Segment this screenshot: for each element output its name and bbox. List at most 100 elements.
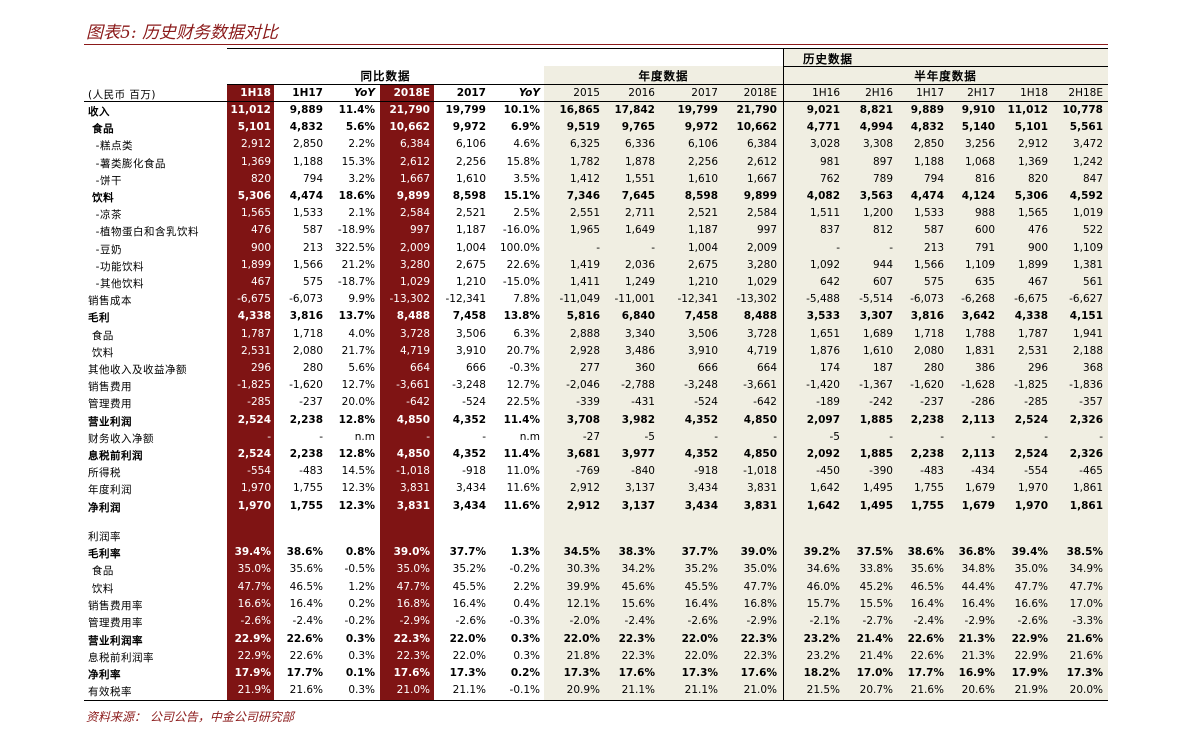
table-cell: 1,787 <box>1017 327 1048 340</box>
table-cell: 1,782 <box>569 155 600 168</box>
table-cell: 12.3% <box>341 482 375 495</box>
table-cell: 2,080 <box>292 344 323 357</box>
table-cell: 21.1% <box>452 684 486 697</box>
table-cell: 21.6% <box>1066 632 1103 645</box>
table-cell: 6.9% <box>510 121 540 134</box>
table-cell: -3,248 <box>452 379 486 392</box>
table-cell: 12.8% <box>338 448 375 460</box>
table-cell: -6,675 <box>237 293 271 306</box>
table-cell: 2,521 <box>687 207 718 220</box>
table-cell: -1,018 <box>743 465 777 478</box>
table-cell: 2,524 <box>1014 413 1048 426</box>
table-cell: 600 <box>974 224 995 237</box>
column-header: YoY <box>518 87 540 99</box>
table-cell: 0.2% <box>348 597 375 610</box>
table-cell: 997 <box>409 224 430 237</box>
row-label: 息税前利润 <box>88 450 143 462</box>
table-cell: -3,661 <box>396 379 430 392</box>
table-cell: 18.6% <box>338 190 375 202</box>
table-cell: 17.3% <box>1066 667 1103 680</box>
table-cell: 635 <box>974 276 995 288</box>
table-cell: 19,799 <box>677 104 718 116</box>
table-cell: 997 <box>756 224 777 237</box>
table-cell: 2.2% <box>348 138 375 151</box>
column-header: 2016 <box>628 87 655 99</box>
table-cell: 22.3% <box>618 632 655 645</box>
row-label: 毛利 <box>88 312 110 325</box>
table-cell: 12.1% <box>566 597 600 610</box>
table-cell: -524 <box>462 396 486 409</box>
table-cell: 34.5% <box>563 546 600 558</box>
table-cell: 17.9% <box>1011 667 1048 680</box>
table-cell: 20.0% <box>341 396 375 409</box>
table-cell: 2,912 <box>569 482 600 495</box>
table-cell: 6,106 <box>455 138 486 151</box>
table-cell: - <box>482 430 486 443</box>
table-cell: 9,910 <box>961 104 995 116</box>
table-cell: 21.3% <box>958 632 995 645</box>
table-cell: -2.0% <box>569 615 600 628</box>
table-cell: 21.1% <box>684 684 718 697</box>
table-cell: 4,832 <box>289 121 323 134</box>
table-cell: 21.6% <box>289 684 323 697</box>
table-cell: - <box>1044 430 1048 443</box>
table-cell: 36.8% <box>958 546 995 558</box>
table-cell: 2,912 <box>1017 138 1048 151</box>
table-cell: 3,708 <box>566 413 600 426</box>
table-cell: 21.1% <box>621 684 655 697</box>
table-cell: 2,238 <box>289 413 323 426</box>
table-cell: 2,612 <box>746 155 777 168</box>
table-cell: 22.3% <box>740 632 777 645</box>
row-label: 收入 <box>88 106 110 118</box>
table-cell: 988 <box>974 207 995 220</box>
table-cell: 10,662 <box>389 121 430 134</box>
row-label: 食品 <box>88 123 115 136</box>
table-cell: 23.2% <box>803 632 840 645</box>
table-cell: 17,842 <box>614 104 655 116</box>
table-cell: 847 <box>1082 172 1103 185</box>
table-cell: -6,073 <box>289 293 323 306</box>
table-cell: -13,302 <box>736 293 777 306</box>
table-cell: -0.3% <box>509 362 540 374</box>
table-cell: -642 <box>753 396 777 409</box>
table-cell: - <box>319 430 323 443</box>
table-cell: 2,850 <box>292 138 323 151</box>
table-cell: 17.9% <box>234 667 271 680</box>
table-cell: 12.3% <box>338 499 375 512</box>
table-cell: 35.0% <box>743 563 777 576</box>
table-cell: 17.6% <box>393 667 430 680</box>
table-cell: 1,411 <box>569 276 600 288</box>
table-cell: 1,965 <box>569 224 600 237</box>
table-cell: 9,889 <box>289 104 323 116</box>
table-cell: 2,524 <box>237 413 271 426</box>
table-cell: 1,679 <box>964 482 995 495</box>
table-cell: 3,982 <box>621 413 655 426</box>
table-cell: 21.0% <box>396 684 430 697</box>
table-cell: 2,888 <box>569 327 600 340</box>
table-cell: 2,675 <box>455 258 486 271</box>
table-cell: 3,434 <box>455 482 486 495</box>
table-cell: 10.1% <box>503 104 540 116</box>
table-cell: 1,029 <box>746 276 777 288</box>
table-cell: 4,338 <box>237 310 271 323</box>
table-cell: 39.2% <box>803 546 840 558</box>
table-cell: -0.5% <box>344 563 375 576</box>
row-label: -凉茶 <box>88 209 122 222</box>
table-cell: -2,046 <box>566 379 600 392</box>
table-cell: 23.2% <box>806 649 840 662</box>
group-history: 历史数据 <box>803 52 853 66</box>
table-cell: -2.6% <box>240 615 271 628</box>
table-cell: -13,302 <box>389 293 430 306</box>
table-cell: 1,610 <box>455 172 486 185</box>
column-header: YoY <box>353 87 375 99</box>
table-cell: -0.3% <box>509 615 540 628</box>
table-cell: 100.0% <box>499 241 540 254</box>
table-cell: 39.4% <box>1011 546 1048 558</box>
table-cell: 2,584 <box>399 207 430 220</box>
table-cell: 1,876 <box>809 344 840 357</box>
table-cell: -285 <box>247 396 271 409</box>
table-cell: -0.1% <box>509 684 540 697</box>
table-cell: 13.8% <box>503 310 540 323</box>
table-cell: 2,928 <box>569 344 600 357</box>
table-cell: 981 <box>819 155 840 168</box>
